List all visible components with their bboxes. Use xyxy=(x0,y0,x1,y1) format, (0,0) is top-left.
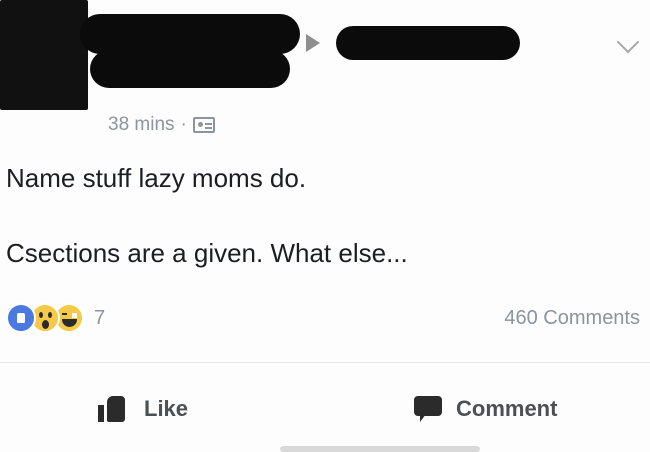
group-name-redacted[interactable] xyxy=(336,26,520,60)
arrow-right-icon xyxy=(306,34,320,52)
reactions-summary[interactable]: 7 xyxy=(6,303,105,333)
post-card: 38 mins · Name stuff lazy moms do. Csect… xyxy=(0,0,650,452)
author-name-redacted[interactable] xyxy=(80,14,300,54)
audience-icon[interactable] xyxy=(192,117,215,133)
post-meta: 38 mins · xyxy=(108,114,215,136)
like-button[interactable]: Like xyxy=(98,392,188,426)
post-text-line-1: Name stuff lazy moms do. xyxy=(6,163,307,193)
author-name-redacted-2 xyxy=(90,50,290,88)
comment-label: Comment xyxy=(456,396,558,421)
comments-count-link[interactable]: 460 Comments xyxy=(504,307,640,330)
like-reaction-icon xyxy=(6,303,36,333)
comment-button[interactable]: Comment xyxy=(414,392,557,426)
post-text-line-2: Csections are a given. What else... xyxy=(6,238,408,268)
timestamp[interactable]: 38 mins xyxy=(108,114,175,136)
like-label: Like xyxy=(144,396,189,421)
meta-separator: · xyxy=(180,114,187,135)
avatar-redacted[interactable] xyxy=(0,0,88,110)
thumbs-up-icon xyxy=(98,396,130,422)
bottom-edge-bar xyxy=(280,446,480,452)
divider xyxy=(0,362,650,363)
reaction-count: 7 xyxy=(94,306,106,329)
comment-bubble-icon xyxy=(414,396,442,422)
chevron-down-icon[interactable] xyxy=(616,30,640,54)
